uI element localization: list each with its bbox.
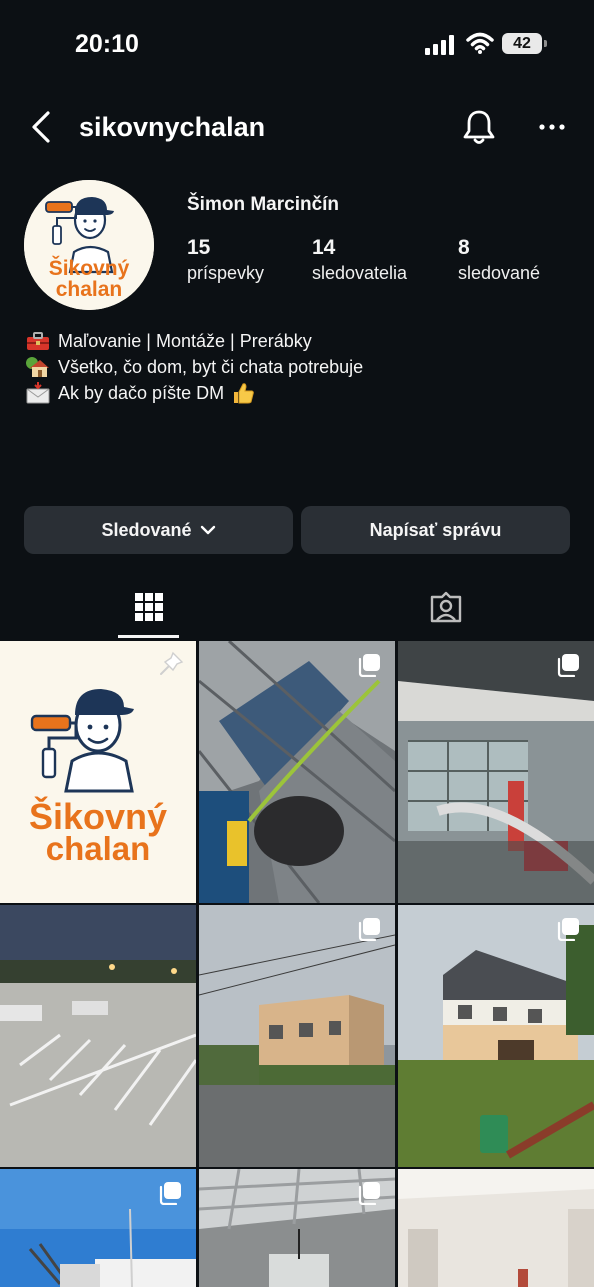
stat-posts[interactable]: 15 príspevky (187, 236, 264, 284)
multiple-images-icon (358, 1182, 380, 1205)
status-bar: 20:10 42 (0, 0, 594, 88)
tab-posts-grid[interactable] (0, 574, 297, 640)
tagged-icon (430, 591, 461, 623)
battery-icon: 42 (502, 33, 547, 54)
post-photo-workshop (398, 641, 594, 903)
house-icon (25, 356, 51, 378)
stat-followers-value: 14 (312, 236, 336, 259)
battery-level: 42 (513, 34, 531, 52)
post-tile[interactable] (398, 1169, 594, 1287)
avatar-logo-image: Šikovný chalan (24, 180, 154, 310)
stat-following[interactable]: 8 sledované (458, 236, 540, 284)
profile-header: sikovnychalan (0, 100, 594, 154)
avatar-text-line2: chalan (56, 278, 123, 301)
tab-tagged[interactable] (297, 574, 594, 640)
post-tile[interactable] (199, 1169, 395, 1287)
stat-following-value: 8 (458, 236, 470, 259)
multiple-images-icon (159, 1182, 181, 1205)
signal-icon (425, 35, 454, 55)
post-photo-house-garden (398, 905, 594, 1167)
toolbox-icon (25, 330, 51, 352)
profile-tabs (0, 574, 594, 640)
post-tile[interactable] (199, 641, 395, 903)
profile-full-name: Šimon Marcinčín (187, 194, 340, 215)
bio-line: Všetko, čo dom, byt či chata potrebuje (25, 354, 363, 380)
following-button-label: Sledované (101, 519, 192, 540)
message-button-label: Napísať správu (369, 519, 502, 540)
bio-text: Ak by dačo píšte DM (58, 383, 225, 403)
bio-line: Ak by dačo píšte DM (25, 380, 363, 406)
back-arrow-icon[interactable] (28, 110, 54, 144)
pin-icon (160, 651, 184, 675)
stat-followers[interactable]: 14 sledovatelia (312, 236, 407, 284)
post-tile[interactable] (398, 905, 594, 1167)
stat-posts-value: 15 (187, 236, 211, 259)
multiple-images-icon (557, 918, 579, 941)
post-tile[interactable]: Šikovný chalan (0, 641, 196, 903)
post-logo-text-line2: chalan (46, 830, 151, 867)
profile-username: sikovnychalan (79, 112, 266, 142)
post-photo-scaffold (199, 641, 395, 903)
wifi-icon (466, 32, 494, 54)
chevron-down-icon (200, 525, 215, 535)
profile-bio: Maľovanie | Montáže | Prerábky Všetko, č… (25, 328, 363, 406)
stat-followers-label: sledovatelia (312, 263, 408, 283)
bio-text: Maľovanie | Montáže | Prerábky (58, 331, 312, 351)
following-button[interactable]: Sledované (24, 506, 293, 554)
thumbs-up-icon (230, 382, 256, 404)
post-photo-white-room (398, 1169, 594, 1287)
post-logo-image: Šikovný chalan (0, 641, 196, 903)
post-tile[interactable] (0, 905, 196, 1167)
post-tile[interactable] (199, 905, 395, 1167)
post-tile[interactable] (398, 641, 594, 903)
profile-avatar[interactable]: Šikovný chalan (24, 180, 154, 310)
multiple-images-icon (358, 654, 380, 677)
grid-icon (134, 593, 163, 621)
message-button[interactable]: Napísať správu (301, 506, 570, 554)
more-options-icon[interactable] (538, 118, 566, 136)
active-tab-indicator (118, 635, 179, 638)
bio-text: Všetko, čo dom, byt či chata potrebuje (58, 357, 364, 377)
multiple-images-icon (557, 654, 579, 677)
status-time: 20:10 (75, 30, 139, 58)
bell-icon[interactable] (462, 108, 496, 146)
envelope-icon (25, 382, 51, 404)
stat-following-label: sledované (458, 263, 541, 283)
post-photo-house-street (199, 905, 395, 1167)
bio-line: Maľovanie | Montáže | Prerábky (25, 328, 363, 354)
avatar-text-line1: Šikovný (49, 256, 130, 280)
post-photo-parking (0, 905, 196, 1167)
multiple-images-icon (358, 918, 380, 941)
post-tile[interactable] (0, 1169, 196, 1287)
stat-posts-label: príspevky (187, 263, 265, 283)
